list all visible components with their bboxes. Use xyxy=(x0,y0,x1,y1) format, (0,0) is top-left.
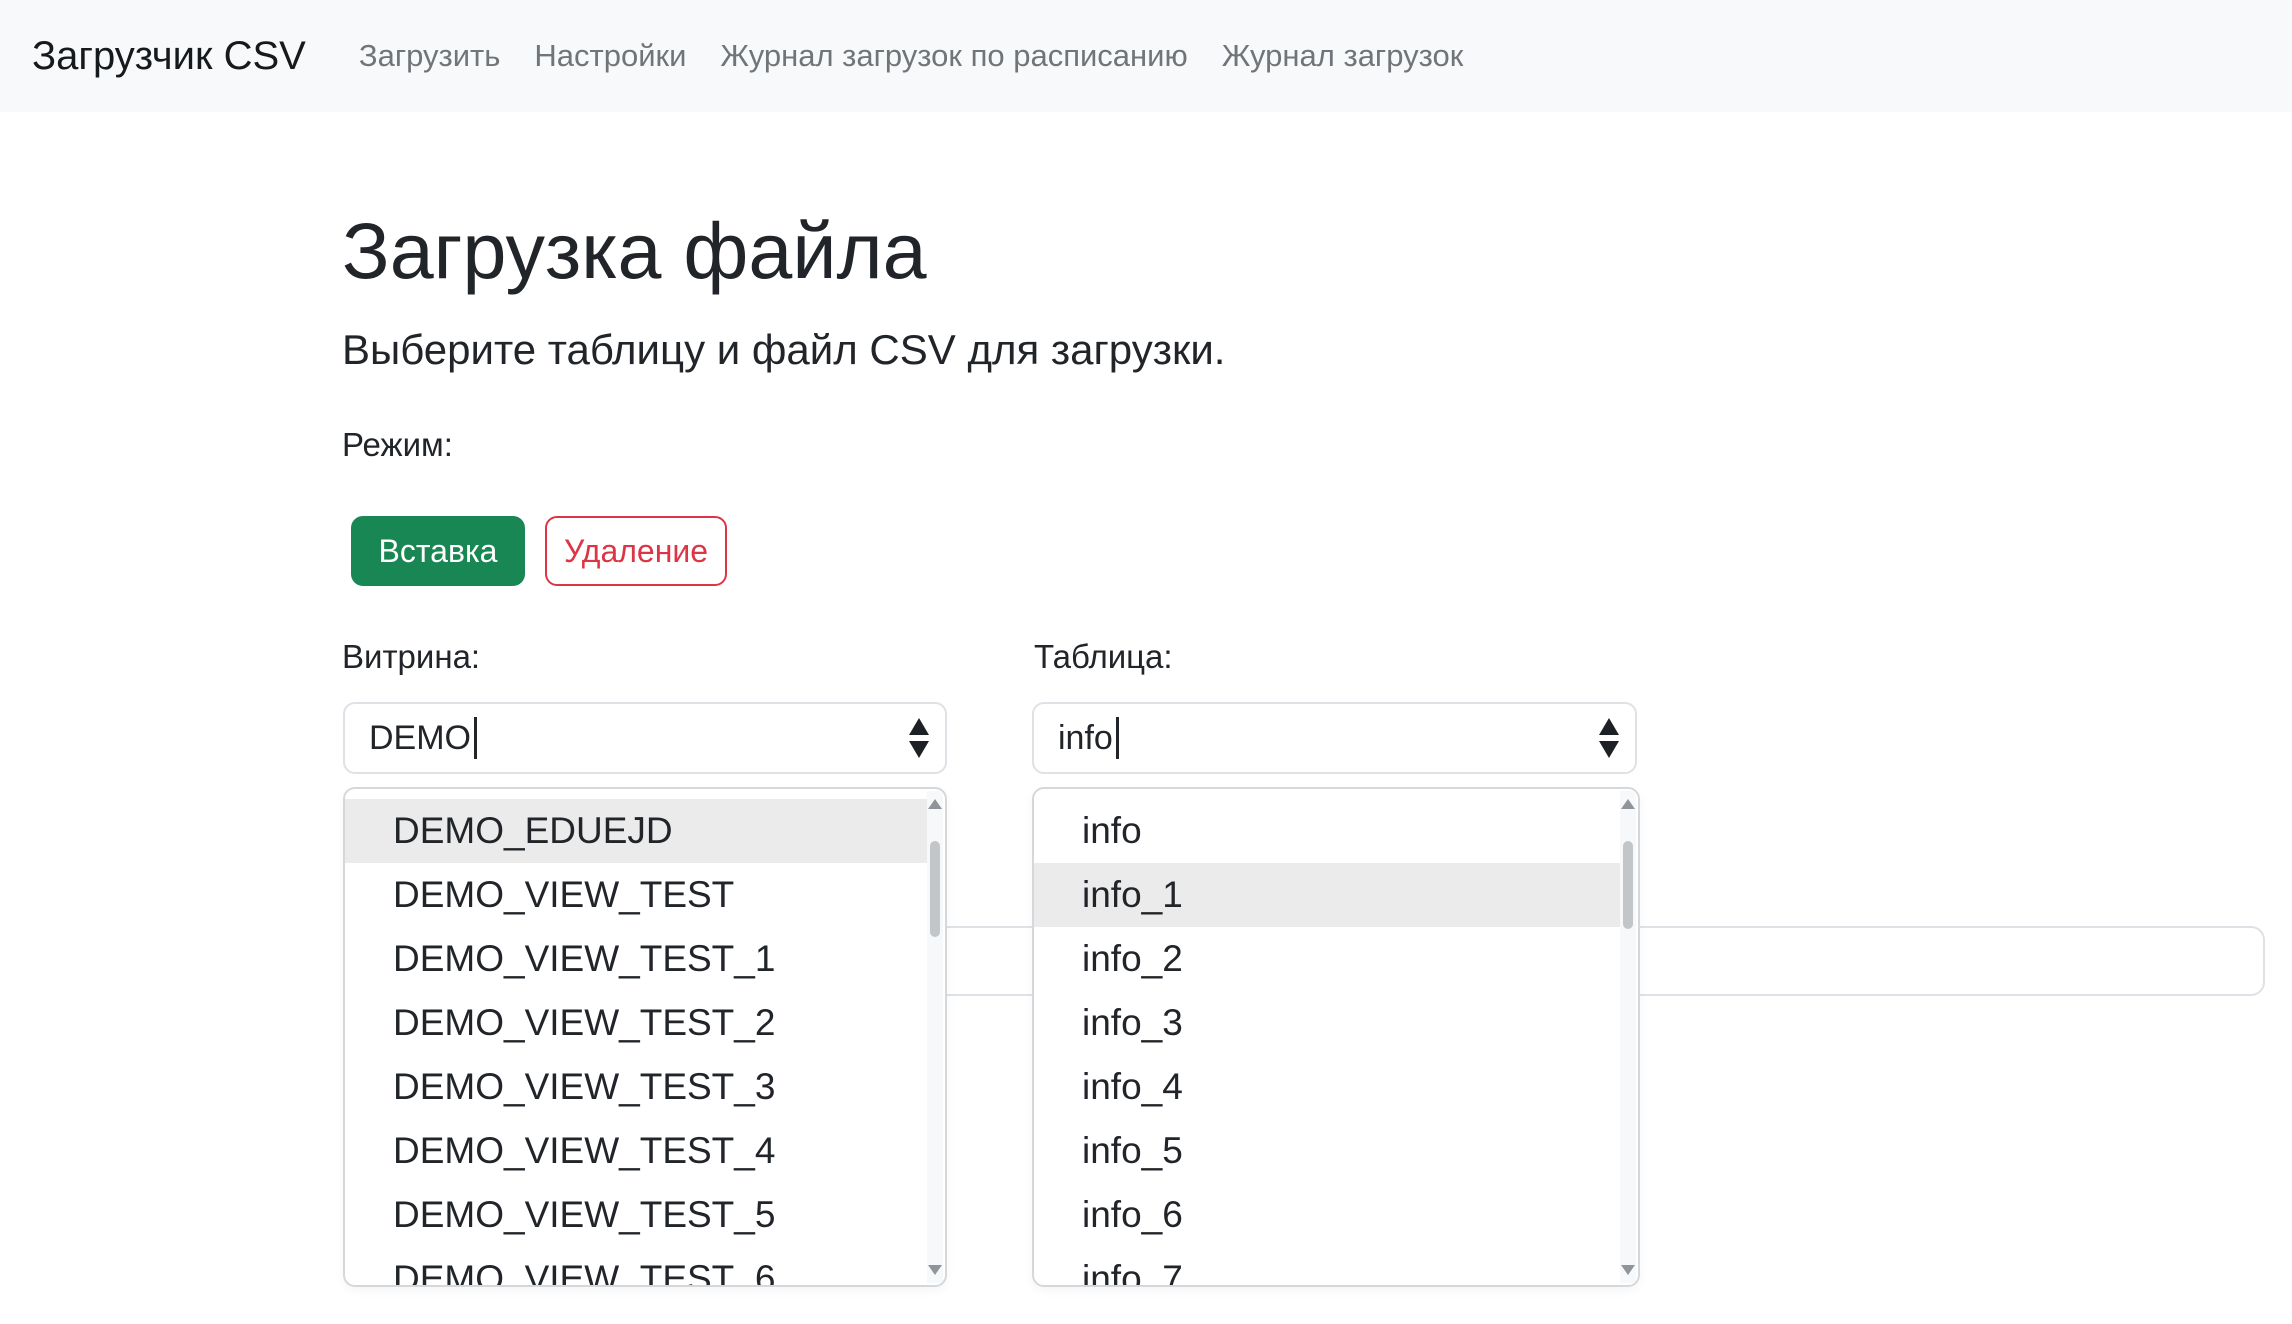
page-title: Загрузка файла xyxy=(342,204,927,299)
select-down-arrow-icon xyxy=(909,741,929,758)
nav-item[interactable]: Загрузить xyxy=(342,38,518,74)
text-caret xyxy=(474,717,477,759)
text-caret xyxy=(1116,717,1119,759)
app-window: Загрузчик CSV ЗагрузитьНастройкиЖурнал з… xyxy=(0,0,2292,1324)
dropdown-option[interactable]: DEMO_VIEW_TEST_4 xyxy=(345,1119,927,1183)
dropdown-option[interactable]: DEMO_VIEW_TEST_5 xyxy=(345,1183,927,1247)
scrollbar-track[interactable] xyxy=(927,791,943,1283)
table-select[interactable]: info xyxy=(1032,702,1637,774)
page-subtitle: Выберите таблицу и файл CSV для загрузки… xyxy=(342,326,1225,374)
scrollbar-thumb[interactable] xyxy=(930,841,940,937)
dropdown-option[interactable]: DEMO_VIEW_TEST_1 xyxy=(345,927,927,991)
delete-mode-button[interactable]: Удаление xyxy=(545,516,727,586)
dropdown-option[interactable]: info_6 xyxy=(1034,1183,1620,1247)
dropdown-option[interactable]: info_3 xyxy=(1034,991,1620,1055)
dropdown-option[interactable]: info_2 xyxy=(1034,927,1620,991)
select-spinner-icon xyxy=(1599,718,1619,758)
select-down-arrow-icon xyxy=(1599,741,1619,758)
showcase-select[interactable]: DEMO xyxy=(343,702,947,774)
showcase-dropdown-list: DEMO_EDUEJDDEMO_VIEW_TESTDEMO_VIEW_TEST_… xyxy=(343,787,947,1287)
showcase-label: Витрина: xyxy=(342,638,480,676)
table-dropdown-list: infoinfo_1info_2info_3info_4info_5info_6… xyxy=(1032,787,1640,1287)
scrollbar-up-arrow-icon[interactable] xyxy=(928,799,942,809)
navbar-brand[interactable]: Загрузчик CSV xyxy=(32,34,306,79)
dropdown-option[interactable]: info_1 xyxy=(1034,863,1620,927)
dropdown-option[interactable]: info_7 xyxy=(1034,1247,1620,1287)
table-label: Таблица: xyxy=(1034,638,1173,676)
navbar-links: ЗагрузитьНастройкиЖурнал загрузок по рас… xyxy=(342,38,1480,74)
scrollbar-up-arrow-icon[interactable] xyxy=(1621,799,1635,809)
insert-mode-button[interactable]: Вставка xyxy=(351,516,525,586)
showcase-options: DEMO_EDUEJDDEMO_VIEW_TESTDEMO_VIEW_TEST_… xyxy=(345,799,945,1287)
table-select-value: info xyxy=(1058,719,1113,758)
dropdown-option[interactable]: info_4 xyxy=(1034,1055,1620,1119)
dropdown-option[interactable]: info_5 xyxy=(1034,1119,1620,1183)
mode-label: Режим: xyxy=(342,426,453,464)
table-options: infoinfo_1info_2info_3info_4info_5info_6… xyxy=(1034,799,1638,1287)
nav-item[interactable]: Журнал загрузок по расписанию xyxy=(703,38,1204,74)
dropdown-option[interactable]: DEMO_VIEW_TEST_3 xyxy=(345,1055,927,1119)
select-spinner-icon xyxy=(909,718,929,758)
scrollbar-down-arrow-icon[interactable] xyxy=(1621,1265,1635,1275)
showcase-select-value: DEMO xyxy=(369,719,471,758)
scrollbar-down-arrow-icon[interactable] xyxy=(928,1265,942,1275)
dropdown-option[interactable]: DEMO_EDUEJD xyxy=(345,799,927,863)
scrollbar-track[interactable] xyxy=(1620,791,1636,1283)
dropdown-option[interactable]: DEMO_VIEW_TEST_6 xyxy=(345,1247,927,1287)
nav-item[interactable]: Настройки xyxy=(517,38,703,74)
dropdown-option[interactable]: DEMO_VIEW_TEST xyxy=(345,863,927,927)
dropdown-option[interactable]: DEMO_VIEW_TEST_2 xyxy=(345,991,927,1055)
dropdown-option[interactable]: info xyxy=(1034,799,1620,863)
select-up-arrow-icon xyxy=(909,718,929,735)
select-up-arrow-icon xyxy=(1599,718,1619,735)
nav-item[interactable]: Журнал загрузок xyxy=(1205,38,1481,74)
navbar: Загрузчик CSV ЗагрузитьНастройкиЖурнал з… xyxy=(0,0,2292,112)
scrollbar-thumb[interactable] xyxy=(1623,841,1633,929)
